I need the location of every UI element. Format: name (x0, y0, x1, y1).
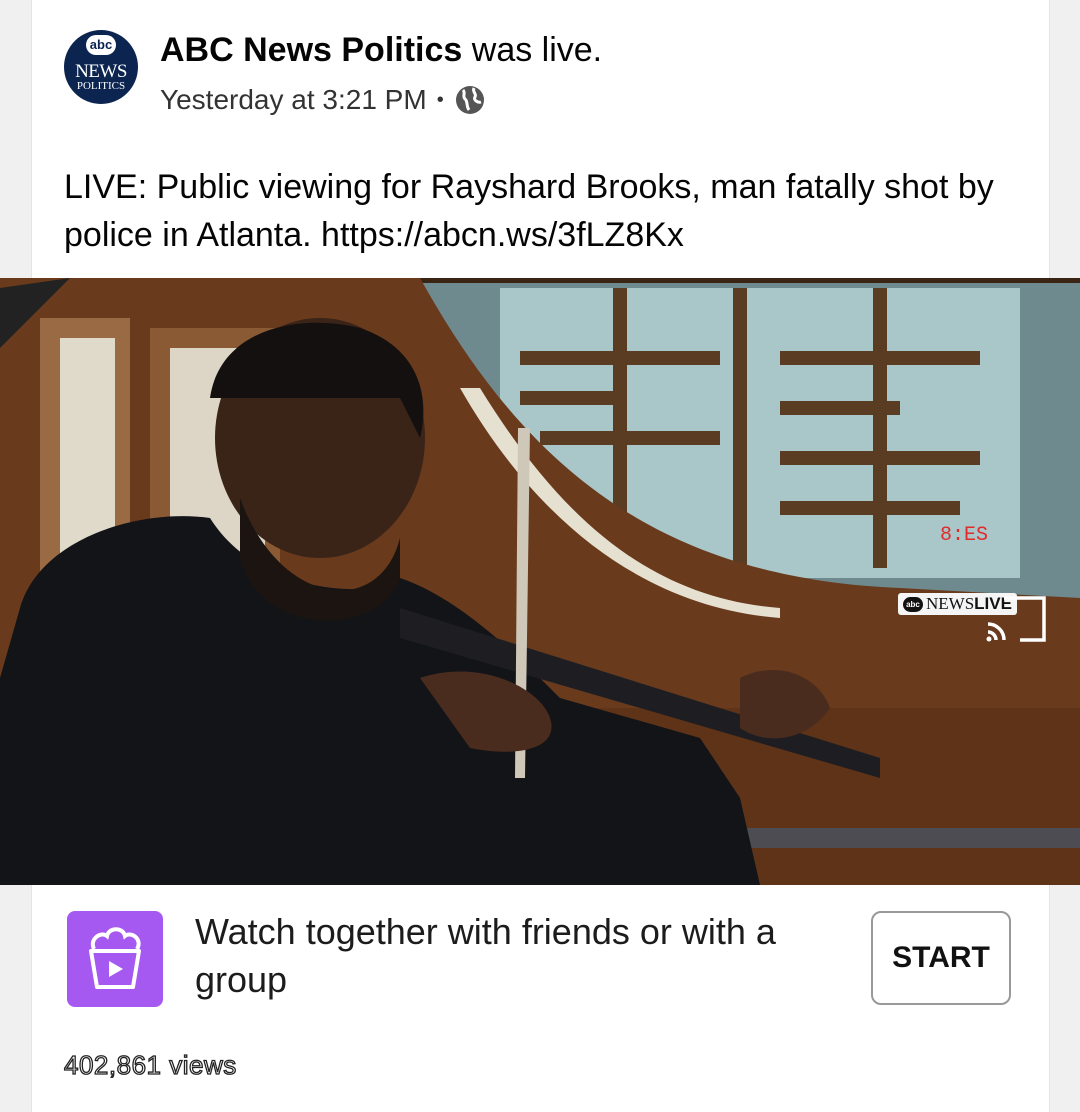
video-frame: 8:ES (0, 278, 1080, 885)
post-action: was live. (462, 31, 603, 69)
popcorn-play-icon[interactable] (67, 911, 163, 1007)
badge-abc-logo: abc (903, 596, 923, 612)
watch-together-text: Watch together with friends or with a gr… (195, 911, 776, 1000)
view-count: 402,861 views (63, 1049, 237, 1080)
page-name-link[interactable]: ABC News Politics (160, 31, 462, 69)
post-header: ABC News Politics was live. (160, 31, 602, 70)
post-message: LIVE: Public viewing for Rayshard Brooks… (64, 168, 994, 254)
cast-icon[interactable] (984, 594, 1048, 644)
page-avatar[interactable]: abc NEWS POLITICS (64, 30, 138, 104)
badge-news-text: NEWS (926, 594, 975, 613)
popcorn-play-glyph (89, 927, 141, 989)
meta-separator: • (436, 88, 444, 111)
start-button[interactable]: START (871, 911, 1011, 1005)
post-timestamp[interactable]: Yesterday at 3:21 PM (160, 84, 427, 116)
abc-logo: abc (86, 35, 116, 55)
avatar-politics-text: POLITICS (76, 80, 126, 92)
live-video-player[interactable]: 8:ES abc NEWS LIVE (0, 278, 1080, 885)
globe-icon (455, 86, 484, 114)
post-meta: Yesterday at 3:21 PM • (160, 84, 486, 116)
svg-text:8:ES: 8:ES (940, 524, 988, 547)
